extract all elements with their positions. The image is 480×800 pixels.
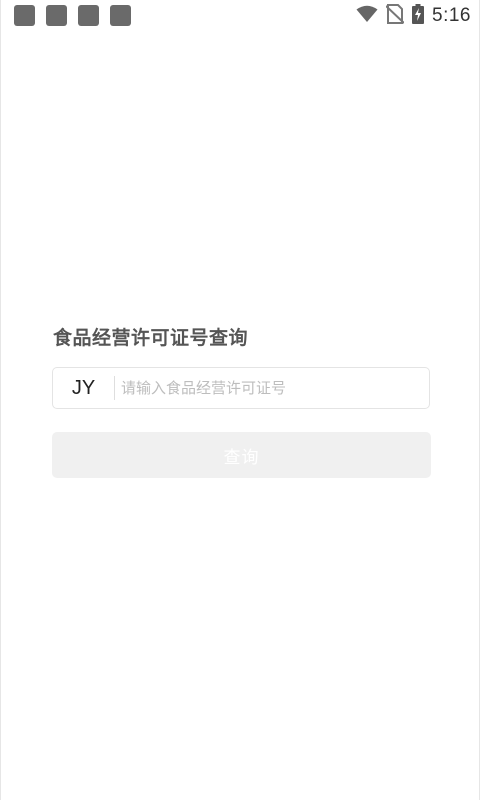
license-number-input[interactable] xyxy=(115,369,429,407)
status-icons: 5:16 xyxy=(356,3,471,29)
notification-icon xyxy=(14,5,35,26)
notification-icon xyxy=(78,5,99,26)
battery-charging-icon xyxy=(412,4,425,28)
wifi-icon xyxy=(356,5,378,27)
status-time: 5:16 xyxy=(432,5,471,26)
app-screen: 5:16 食品经营许可证号查询 JY 查询 xyxy=(0,0,480,800)
notification-icon xyxy=(110,5,131,26)
license-input-group: JY xyxy=(52,367,430,409)
status-bar: 5:16 xyxy=(1,0,479,32)
no-sim-icon xyxy=(385,4,405,28)
license-prefix: JY xyxy=(71,376,96,399)
notification-icon xyxy=(46,5,67,26)
page-title: 食品经营许可证号查询 xyxy=(53,327,249,349)
query-button[interactable]: 查询 xyxy=(52,432,431,478)
